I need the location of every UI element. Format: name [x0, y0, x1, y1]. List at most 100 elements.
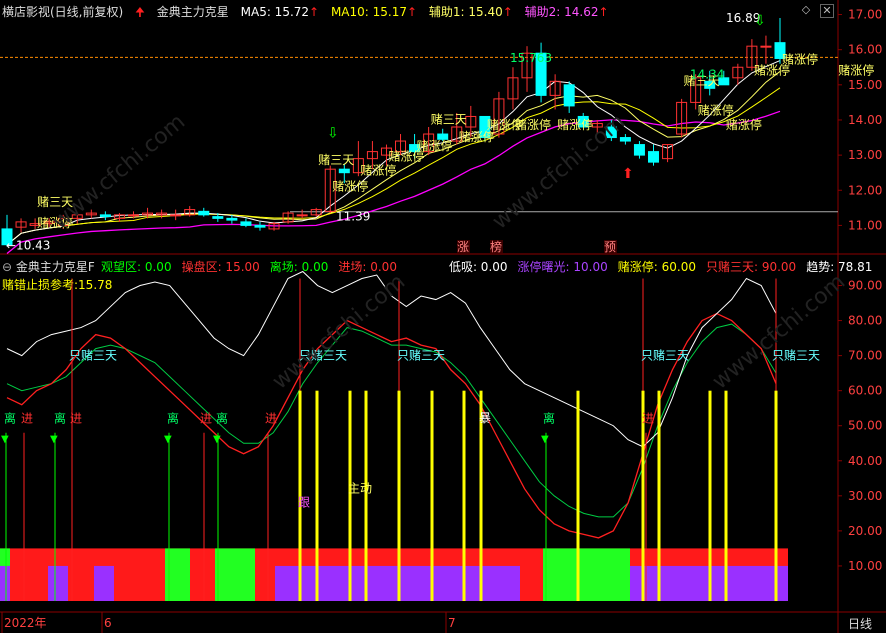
signal-label: 赌涨停: [417, 138, 453, 153]
entry-label: 进: [642, 412, 654, 426]
signal-label: 赌涨停: [726, 117, 762, 132]
y-tick-label: 14.00: [848, 113, 882, 127]
main-panel-header: 横店影视(日线,前复权) 🠉 金典主力克星 MA5: 15.72↑ MA10: …: [2, 3, 617, 19]
red-arrow-icon: ↑: [406, 5, 418, 19]
time-axis-label: 2022年: [4, 616, 47, 630]
candle-body: [99, 214, 111, 218]
candle-body: [296, 214, 308, 217]
signal-label: 赌涨停: [838, 62, 874, 77]
candle-body: [212, 216, 224, 219]
yellow-bet-bar: [657, 390, 661, 601]
candle-body: [240, 221, 252, 226]
candle-body: [648, 151, 660, 163]
signal-label: 赌涨停: [332, 178, 368, 193]
sub-field: 趋势: 78.81: [806, 260, 873, 274]
candle-body: [254, 224, 266, 228]
candle-body: [563, 84, 575, 107]
entry-label: 进: [21, 412, 33, 426]
sub-field: 赌涨停: 60.00: [617, 260, 696, 274]
entry-label: 进: [200, 412, 212, 426]
red-arrow-icon: ↑: [598, 5, 609, 19]
yellow-bet-bar: [315, 390, 319, 601]
y-tick-label: 20.00: [848, 524, 882, 538]
signal-label: 赌涨停: [782, 52, 818, 67]
only-three-days-label: 只赌三天: [69, 349, 117, 363]
sub-field: 观望区: 0.00: [101, 260, 172, 274]
yellow-bet-bar: [774, 390, 778, 601]
marker-label: 预: [604, 240, 616, 254]
burst-label: 暴: [479, 411, 491, 425]
green-down-arrow-icon: ▼: [213, 434, 221, 445]
follow-label: 跟: [298, 495, 310, 509]
candle-body: [127, 214, 139, 217]
sub-field: 涨停曙光: 10.00: [517, 260, 608, 274]
signal-label: 赌涨停: [557, 117, 593, 132]
ma10-value: MA10: 15.17: [330, 5, 407, 19]
exit-label: 离: [216, 411, 228, 426]
ma5-value: MA5: 15.72: [240, 5, 310, 19]
yellow-bet-bar: [576, 390, 580, 601]
stop-loss-reference: 赌错止损参考:15.78: [2, 278, 113, 292]
sub-panel-fields: 观望区: 0.00 操盘区: 15.00 离场: 0.00 进场: 0.00 低吸: 0…: [101, 258, 882, 275]
marker-label: 榜: [490, 239, 502, 254]
red-arrow-icon: ↑: [502, 5, 513, 19]
candle-body: [633, 144, 645, 156]
diamond-icon[interactable]: ◇: [800, 4, 812, 16]
y-tick-label: 70.00: [848, 349, 882, 363]
period-button[interactable]: 日线: [848, 615, 872, 632]
entry-label: 进: [70, 412, 82, 426]
green-down-arrow-icon: ⇩: [754, 13, 766, 29]
y-tick-label: 90.00: [848, 279, 882, 293]
candle-body: [198, 210, 210, 216]
y-tick-label: 60.00: [848, 384, 882, 398]
signal-label: 赌三天: [431, 112, 467, 126]
red-up-arrow-icon: 🠉: [135, 5, 145, 19]
yellow-bet-bar: [364, 390, 368, 601]
yellow-bet-bar: [462, 390, 466, 601]
aux1-value: 辅助1: 15.40: [428, 5, 503, 19]
time-axis-label: 7: [448, 616, 456, 630]
watch-zone-band: [215, 548, 255, 601]
red-arrow-icon: ↑: [309, 5, 320, 19]
y-tick-label: 13.00: [848, 148, 882, 162]
signal-label: 赌三天: [318, 153, 354, 167]
only-three-days-label: 只赌三天: [397, 349, 445, 363]
y-tick-label: 50.00: [848, 419, 882, 433]
support-price-label: 11.39: [336, 210, 370, 224]
exit-label: 离: [543, 411, 555, 426]
yellow-bet-bar: [397, 390, 401, 601]
green-down-arrow-icon: ▼: [541, 434, 549, 445]
limit-dawn-band: [94, 565, 114, 601]
y-tick-label: 11.00: [848, 218, 882, 232]
y-tick-label: 40.00: [848, 454, 882, 468]
indicator-name[interactable]: 金典主力克星: [157, 5, 229, 19]
yellow-bet-bar: [348, 390, 352, 601]
sub-field: 低吸: 0.00: [448, 260, 508, 274]
sub-field: 操盘区: 15.00: [181, 260, 260, 274]
green-down-arrow-icon: ▼: [50, 434, 58, 445]
y-tick-label: 15.00: [848, 78, 882, 92]
candle-body: [760, 45, 772, 48]
min-price-label: ←10.43: [6, 238, 50, 252]
yellow-bet-bar: [724, 390, 728, 601]
sub-indicator-name[interactable]: 金典主力克星F: [16, 260, 95, 274]
sub-panel-header: ⊖ 金典主力克星F: [2, 258, 95, 275]
gear-icon[interactable]: ⊖: [2, 260, 12, 274]
only-three-days-label: 只赌三天: [772, 349, 820, 363]
only-three-days-label: 只赌三天: [641, 349, 689, 363]
signal-label: 赌涨停: [698, 103, 734, 118]
y-tick-label: 16.00: [848, 43, 882, 57]
sub-field: 离场: 0.00: [269, 260, 329, 274]
exit-label: 离: [54, 411, 66, 426]
mid-price-label: 15.763: [510, 51, 552, 65]
green-down-arrow-icon: ▼: [1, 434, 9, 445]
watermark: www.cfchi.com: [268, 269, 410, 394]
signal-label: 赌涨停: [360, 162, 396, 177]
candle-body: [338, 168, 350, 174]
stock-chart-canvas[interactable]: 17.0016.0015.0014.0013.0012.0011.00赌三天赌涨…: [0, 0, 886, 633]
y-tick-label: 80.00: [848, 314, 882, 328]
close-icon[interactable]: ✕: [820, 4, 834, 18]
limit-dawn-band: [48, 565, 68, 601]
red-up-arrow-icon: ⬆: [622, 166, 634, 182]
time-axis-label: 6: [104, 616, 112, 630]
